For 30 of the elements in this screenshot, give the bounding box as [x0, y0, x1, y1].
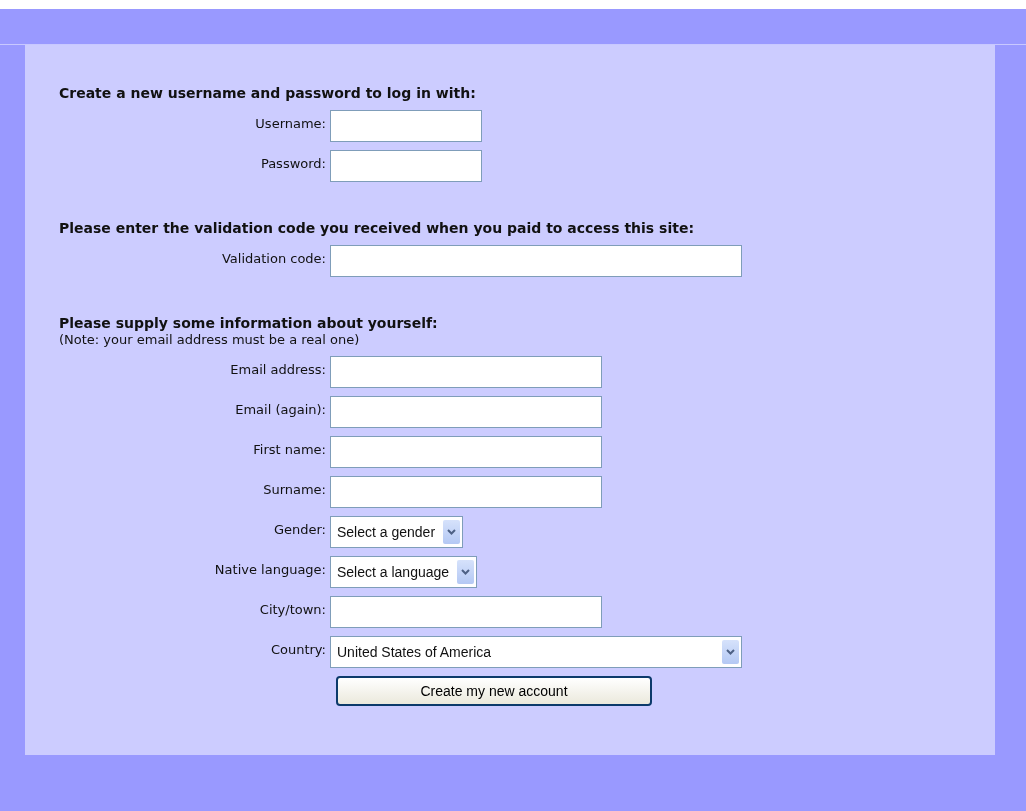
dropdown[interactable]: Select a gender — [330, 516, 464, 548]
caret-icon — [726, 649, 735, 655]
field-label: Surname: — [262, 481, 326, 499]
field-label: First name: — [252, 441, 326, 459]
field-label: City/town: — [258, 601, 326, 619]
caret-icon — [447, 529, 457, 535]
submit-button[interactable]: Create my new account — [336, 676, 652, 706]
note-text: (Note: your email address must be a real one) — [59, 332, 361, 348]
section-heading: Create a new username and password to log in with: — [59, 85, 477, 102]
dropdown[interactable]: United States of America — [330, 636, 742, 668]
caret-icon — [461, 569, 471, 575]
field-label: Validation code: — [220, 250, 326, 268]
section-heading: Please enter the validation code you received when you paid to access this site: — [59, 220, 695, 237]
field-label: Native language: — [213, 561, 326, 579]
input-field[interactable] — [330, 150, 482, 182]
input-field[interactable] — [330, 436, 602, 468]
input-field[interactable] — [330, 245, 742, 277]
field-label: Email address: — [229, 361, 326, 379]
field-label: Country: — [269, 641, 326, 659]
dropdown[interactable]: Select a language — [330, 556, 478, 588]
input-field[interactable] — [330, 110, 482, 142]
field-label: Password: — [259, 155, 326, 173]
section-heading: Please supply some information about yourself: — [59, 315, 439, 332]
field-label: Email (again): — [234, 401, 326, 419]
input-field[interactable] — [330, 476, 602, 508]
input-field[interactable] — [330, 596, 602, 628]
field-label: Gender: — [272, 521, 326, 539]
input-field[interactable] — [330, 356, 602, 388]
input-field[interactable] — [330, 396, 602, 428]
field-label: Username: — [254, 115, 326, 133]
